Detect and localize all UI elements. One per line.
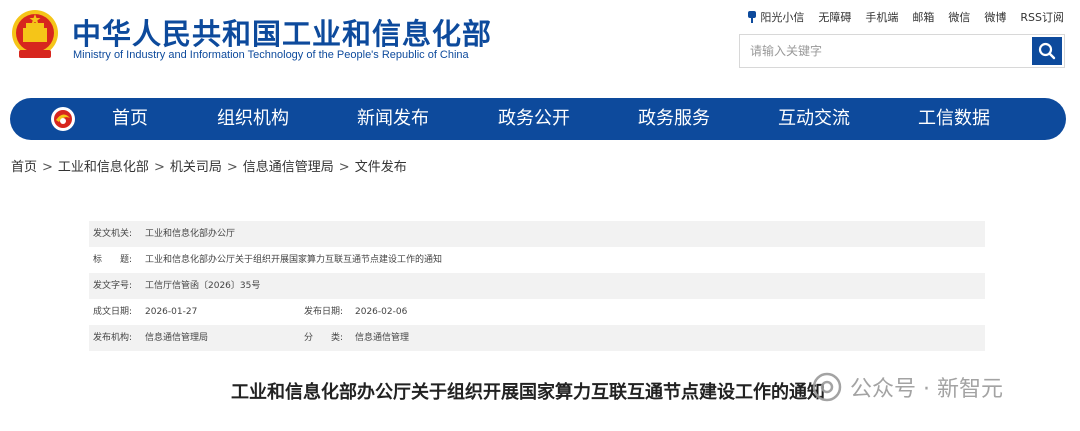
main-nav: 首页 组织机构 新闻发布 政务公开 政务服务 互动交流 工信数据 — [10, 98, 1066, 140]
top-link-email[interactable]: 邮箱 — [912, 9, 934, 25]
publish-date-label: 发布日期: — [304, 307, 344, 317]
info-row-issuer: 发文机关: 工业和信息化部办公厅 — [89, 221, 985, 247]
info-row-agency: 发布机构: 信息通信管理局 分 类: 信息通信管理 — [89, 325, 985, 351]
doc-number-label: 发文字号: — [93, 281, 133, 291]
site-header: 中华人民共和国工业和信息化部 Ministry of Industry and … — [0, 0, 1080, 90]
top-link-sunshine[interactable]: 阳光小信 — [748, 9, 804, 25]
info-row-doc-number: 发文字号: 工信厅信管函〔2026〕35号 — [89, 273, 985, 299]
document-info-table: 发文机关: 工业和信息化部办公厅 标 题: 工业和信息化部办公厅关于组织开展国家… — [89, 221, 985, 351]
search-input[interactable] — [740, 35, 1030, 67]
doc-number-value: 工信厅信管函〔2026〕35号 — [145, 281, 261, 291]
watermark: 公众号 · 新智元 — [812, 371, 1003, 403]
watermark-text: 公众号 · 新智元 — [850, 377, 1003, 402]
issuer-value: 工业和信息化部办公厅 — [145, 229, 236, 239]
nav-item-data[interactable]: 工信数据 — [918, 98, 990, 140]
top-link-rss[interactable]: RSS订阅 — [1020, 9, 1064, 25]
breadcrumb: 首页 > 工业和信息化部 > 机关司局 > 信息通信管理局 > 文件发布 — [11, 156, 407, 175]
breadcrumb-separator: > — [226, 160, 238, 175]
nav-item-home[interactable]: 首页 — [112, 98, 148, 140]
breadcrumb-ministry[interactable]: 工业和信息化部 — [58, 160, 149, 175]
publish-date-value: 2026-02-06 — [355, 307, 408, 317]
info-row-dates: 成文日期: 2026-01-27 发布日期: 2026-02-06 — [89, 299, 985, 325]
nav-item-government-affairs[interactable]: 政务公开 — [498, 98, 570, 140]
national-emblem-icon[interactable] — [10, 8, 60, 62]
home-logo-icon[interactable] — [50, 106, 76, 132]
top-link-wechat[interactable]: 微信 — [948, 9, 970, 25]
breadcrumb-separator: > — [42, 160, 53, 175]
title-label: 标 题: — [93, 255, 133, 265]
top-link-weibo[interactable]: 微博 — [984, 9, 1006, 25]
category-label: 分 类: — [304, 333, 344, 343]
breadcrumb-bureau[interactable]: 信息通信管理局 — [243, 160, 334, 175]
info-row-title: 标 题: 工业和信息化部办公厅关于组织开展国家算力互联互通节点建设工作的通知 — [89, 247, 985, 273]
nav-item-news[interactable]: 新闻发布 — [357, 98, 429, 140]
written-date-value: 2026-01-27 — [145, 307, 198, 317]
search-box — [739, 34, 1065, 68]
top-link-accessibility[interactable]: 无障碍 — [818, 9, 851, 25]
breadcrumb-separator: > — [338, 160, 350, 175]
category-value: 信息通信管理 — [355, 333, 410, 343]
search-icon — [1038, 42, 1056, 60]
breadcrumb-current[interactable]: 文件发布 — [355, 160, 407, 175]
site-subtitle: Ministry of Industry and Information Tec… — [73, 49, 469, 61]
breadcrumb-separator: > — [153, 160, 165, 175]
agency-label: 发布机构: — [93, 333, 133, 343]
agency-value: 信息通信管理局 — [145, 333, 209, 343]
top-links: 阳光小信 无障碍 手机端 邮箱 微信 微博 RSS订阅 — [748, 9, 1064, 25]
sunshine-icon — [748, 11, 757, 23]
breadcrumb-home[interactable]: 首页 — [11, 160, 37, 175]
site-title[interactable]: 中华人民共和国工业和信息化部 — [72, 11, 492, 53]
title-value: 工业和信息化部办公厅关于组织开展国家算力互联互通节点建设工作的通知 — [145, 255, 443, 265]
top-link-label: 阳光小信 — [760, 11, 805, 24]
nav-item-government-services[interactable]: 政务服务 — [638, 98, 710, 140]
nav-item-interaction[interactable]: 互动交流 — [778, 98, 850, 140]
search-button[interactable] — [1032, 37, 1062, 65]
breadcrumb-departments[interactable]: 机关司局 — [170, 160, 222, 175]
issuer-label: 发文机关: — [93, 229, 133, 239]
nav-item-organization[interactable]: 组织机构 — [217, 98, 289, 140]
wechat-official-account-icon — [812, 372, 842, 402]
top-link-mobile[interactable]: 手机端 — [865, 9, 898, 25]
written-date-label: 成文日期: — [93, 307, 133, 317]
